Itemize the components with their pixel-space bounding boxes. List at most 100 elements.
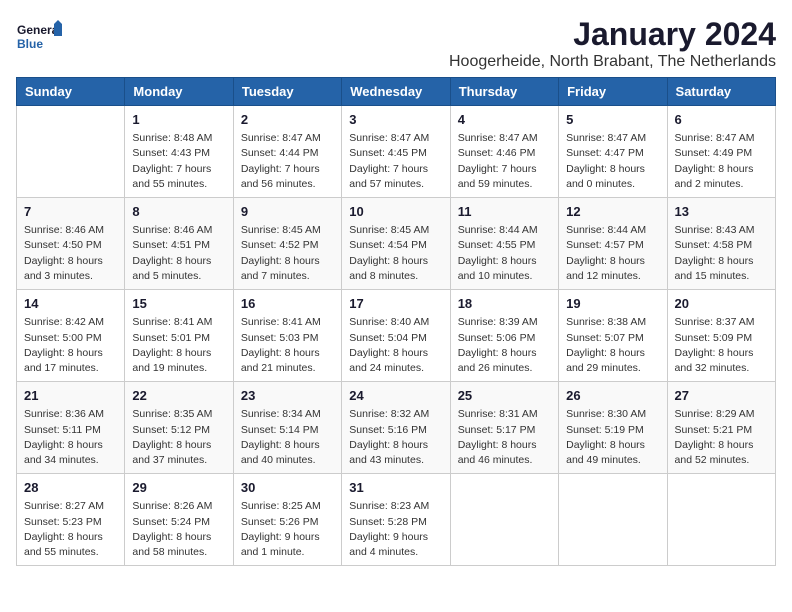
calendar-cell: 22Sunrise: 8:35 AM Sunset: 5:12 PM Dayli… — [125, 382, 233, 474]
column-header-thursday: Thursday — [450, 78, 558, 106]
day-number: 30 — [241, 479, 334, 497]
calendar-cell: 30 Sunrise: 8:25 AM Sunset: 5:26 PM Dayli… — [233, 474, 341, 566]
day-number: 11 — [458, 203, 551, 221]
day-number: 9 — [241, 203, 334, 221]
calendar-cell: 25Sunrise: 8:31 AM Sunset: 5:17 PM Dayli… — [450, 382, 558, 474]
day-info: Sunrise: 8:47 AM Sunset: 4:46 PM Dayligh… — [458, 131, 551, 192]
day-number: 12 — [566, 203, 659, 221]
day-info: Sunrise: 8:45 AM Sunset: 4:52 PM Dayligh… — [241, 223, 334, 284]
calendar-cell: 4 Sunrise: 8:47 AM Sunset: 4:46 PM Daylig… — [450, 106, 558, 198]
day-number: 8 — [132, 203, 225, 221]
calendar-cell: 13Sunrise: 8:43 AM Sunset: 4:58 PM Dayli… — [667, 198, 775, 290]
column-header-wednesday: Wednesday — [342, 78, 450, 106]
day-number: 4 — [458, 111, 551, 129]
day-info: Sunrise: 8:42 AM Sunset: 5:00 PM Dayligh… — [24, 315, 117, 376]
day-info: Sunrise: 8:32 AM Sunset: 5:16 PM Dayligh… — [349, 407, 442, 468]
calendar-header-row: SundayMondayTuesdayWednesdayThursdayFrid… — [17, 78, 776, 106]
calendar-cell: 31 Sunrise: 8:23 AM Sunset: 5:28 PM Dayli… — [342, 474, 450, 566]
calendar-cell: 28 Sunrise: 8:27 AM Sunset: 5:23 PM Dayli… — [17, 474, 125, 566]
column-header-saturday: Saturday — [667, 78, 775, 106]
calendar-cell: 12 Sunrise: 8:44 AM Sunset: 4:57 PM Dayli… — [559, 198, 667, 290]
day-info: Sunrise: 8:38 AM Sunset: 5:07 PM Dayligh… — [566, 315, 659, 376]
day-number: 27 — [675, 387, 768, 405]
calendar-cell: 8 Sunrise: 8:46 AM Sunset: 4:51 PM Daylig… — [125, 198, 233, 290]
day-info: Sunrise: 8:39 AM Sunset: 5:06 PM Dayligh… — [458, 315, 551, 376]
day-number: 18 — [458, 295, 551, 313]
day-number: 7 — [24, 203, 117, 221]
day-number: 31 — [349, 479, 442, 497]
calendar-cell: 20Sunrise: 8:37 AM Sunset: 5:09 PM Dayli… — [667, 290, 775, 382]
day-number: 15 — [132, 295, 225, 313]
day-number: 22 — [132, 387, 225, 405]
calendar-week-2: 7 Sunrise: 8:46 AM Sunset: 4:50 PM Daylig… — [17, 198, 776, 290]
calendar-cell: 29Sunrise: 8:26 AM Sunset: 5:24 PM Dayli… — [125, 474, 233, 566]
day-info: Sunrise: 8:37 AM Sunset: 5:09 PM Dayligh… — [675, 315, 768, 376]
calendar-table: SundayMondayTuesdayWednesdayThursdayFrid… — [16, 77, 776, 566]
column-header-monday: Monday — [125, 78, 233, 106]
calendar-cell: 5 Sunrise: 8:47 AM Sunset: 4:47 PM Daylig… — [559, 106, 667, 198]
calendar-cell: 16 Sunrise: 8:41 AM Sunset: 5:03 PM Dayli… — [233, 290, 341, 382]
svg-text:Blue: Blue — [17, 37, 43, 51]
day-info: Sunrise: 8:29 AM Sunset: 5:21 PM Dayligh… — [675, 407, 768, 468]
day-info: Sunrise: 8:44 AM Sunset: 4:57 PM Dayligh… — [566, 223, 659, 284]
day-info: Sunrise: 8:27 AM Sunset: 5:23 PM Dayligh… — [24, 499, 117, 560]
day-number: 28 — [24, 479, 117, 497]
calendar-cell: 19 Sunrise: 8:38 AM Sunset: 5:07 PM Dayli… — [559, 290, 667, 382]
calendar-cell: 6Sunrise: 8:47 AM Sunset: 4:49 PM Daylig… — [667, 106, 775, 198]
day-number: 23 — [241, 387, 334, 405]
logo-svg: General Blue — [16, 16, 66, 60]
day-number: 5 — [566, 111, 659, 129]
day-number: 16 — [241, 295, 334, 313]
day-info: Sunrise: 8:34 AM Sunset: 5:14 PM Dayligh… — [241, 407, 334, 468]
day-info: Sunrise: 8:46 AM Sunset: 4:50 PM Dayligh… — [24, 223, 117, 284]
day-info: Sunrise: 8:47 AM Sunset: 4:44 PM Dayligh… — [241, 131, 334, 192]
day-info: Sunrise: 8:23 AM Sunset: 5:28 PM Dayligh… — [349, 499, 442, 560]
calendar-cell: 18 Sunrise: 8:39 AM Sunset: 5:06 PM Dayli… — [450, 290, 558, 382]
day-info: Sunrise: 8:44 AM Sunset: 4:55 PM Dayligh… — [458, 223, 551, 284]
calendar-cell: 24Sunrise: 8:32 AM Sunset: 5:16 PM Dayli… — [342, 382, 450, 474]
logo: General Blue — [16, 16, 66, 60]
day-number: 17 — [349, 295, 442, 313]
day-number: 21 — [24, 387, 117, 405]
day-info: Sunrise: 8:45 AM Sunset: 4:54 PM Dayligh… — [349, 223, 442, 284]
calendar-cell — [17, 106, 125, 198]
day-info: Sunrise: 8:36 AM Sunset: 5:11 PM Dayligh… — [24, 407, 117, 468]
day-info: Sunrise: 8:47 AM Sunset: 4:47 PM Dayligh… — [566, 131, 659, 192]
calendar-cell: 17 Sunrise: 8:40 AM Sunset: 5:04 PM Dayli… — [342, 290, 450, 382]
day-info: Sunrise: 8:25 AM Sunset: 5:26 PM Dayligh… — [241, 499, 334, 560]
day-info: Sunrise: 8:40 AM Sunset: 5:04 PM Dayligh… — [349, 315, 442, 376]
calendar-week-5: 28 Sunrise: 8:27 AM Sunset: 5:23 PM Dayli… — [17, 474, 776, 566]
day-info: Sunrise: 8:26 AM Sunset: 5:24 PM Dayligh… — [132, 499, 225, 560]
day-info: Sunrise: 8:30 AM Sunset: 5:19 PM Dayligh… — [566, 407, 659, 468]
calendar-week-4: 21 Sunrise: 8:36 AM Sunset: 5:11 PM Dayli… — [17, 382, 776, 474]
calendar-cell — [450, 474, 558, 566]
day-info: Sunrise: 8:47 AM Sunset: 4:45 PM Dayligh… — [349, 131, 442, 192]
calendar-cell: 7 Sunrise: 8:46 AM Sunset: 4:50 PM Daylig… — [17, 198, 125, 290]
calendar-week-3: 14Sunrise: 8:42 AM Sunset: 5:00 PM Dayli… — [17, 290, 776, 382]
day-info: Sunrise: 8:41 AM Sunset: 5:03 PM Dayligh… — [241, 315, 334, 376]
day-info: Sunrise: 8:41 AM Sunset: 5:01 PM Dayligh… — [132, 315, 225, 376]
column-header-tuesday: Tuesday — [233, 78, 341, 106]
day-info: Sunrise: 8:48 AM Sunset: 4:43 PM Dayligh… — [132, 131, 225, 192]
page-subtitle: Hoogerheide, North Brabant, The Netherla… — [449, 53, 776, 71]
day-number: 25 — [458, 387, 551, 405]
calendar-cell — [667, 474, 775, 566]
calendar-cell: 3Sunrise: 8:47 AM Sunset: 4:45 PM Daylig… — [342, 106, 450, 198]
day-number: 10 — [349, 203, 442, 221]
title-block: January 2024 Hoogerheide, North Brabant,… — [449, 16, 776, 71]
calendar-cell: 15 Sunrise: 8:41 AM Sunset: 5:01 PM Dayli… — [125, 290, 233, 382]
column-header-sunday: Sunday — [17, 78, 125, 106]
day-number: 19 — [566, 295, 659, 313]
calendar-cell: 10 Sunrise: 8:45 AM Sunset: 4:54 PM Dayli… — [342, 198, 450, 290]
calendar-cell: 27 Sunrise: 8:29 AM Sunset: 5:21 PM Dayli… — [667, 382, 775, 474]
calendar-cell: 1Sunrise: 8:48 AM Sunset: 4:43 PM Daylig… — [125, 106, 233, 198]
page-title: January 2024 — [449, 16, 776, 53]
calendar-week-1: 1Sunrise: 8:48 AM Sunset: 4:43 PM Daylig… — [17, 106, 776, 198]
day-info: Sunrise: 8:46 AM Sunset: 4:51 PM Dayligh… — [132, 223, 225, 284]
calendar-cell: 14Sunrise: 8:42 AM Sunset: 5:00 PM Dayli… — [17, 290, 125, 382]
day-info: Sunrise: 8:43 AM Sunset: 4:58 PM Dayligh… — [675, 223, 768, 284]
page-header: General Blue January 2024 Hoogerheide, N… — [16, 16, 776, 71]
calendar-cell: 21 Sunrise: 8:36 AM Sunset: 5:11 PM Dayli… — [17, 382, 125, 474]
column-header-friday: Friday — [559, 78, 667, 106]
calendar-cell: 11 Sunrise: 8:44 AM Sunset: 4:55 PM Dayli… — [450, 198, 558, 290]
